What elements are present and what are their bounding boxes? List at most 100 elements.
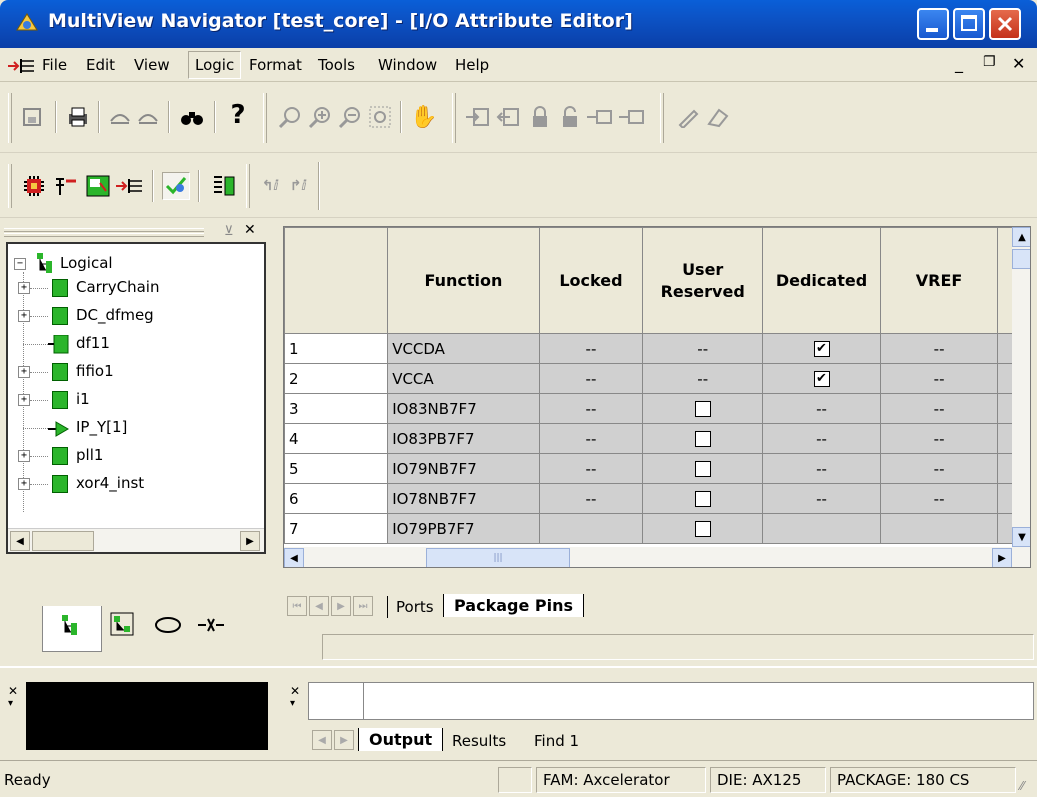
expand-icon[interactable]: + [18,282,30,294]
tab-ports-sheet[interactable]: Ports [387,596,442,618]
tree-node-dc-dfmeg[interactable]: + DC_dfmeg [18,304,258,330]
minimize-button[interactable] [917,8,949,40]
toolbar-grip[interactable] [452,93,456,143]
cell-vref[interactable]: -- [879,453,999,484]
expand-icon[interactable]: + [18,366,30,378]
cell-vref[interactable]: -- [879,393,999,424]
prev-tab-icon[interactable]: ◀ [312,730,332,750]
cell-user-reserved[interactable]: -- [642,333,764,364]
cell-dedicated[interactable]: ✔ [762,333,881,364]
scroll-right-icon[interactable]: ▶ [992,548,1012,567]
row-number[interactable]: 7 [284,513,389,544]
undo-icon[interactable] [106,103,134,131]
table-row[interactable]: 4 IO83PB7F7 -- -- -- [284,423,1030,454]
tree-node-xor4-inst[interactable]: + xor4_inst [18,472,258,498]
find-binoculars-icon[interactable] [178,103,206,131]
tab-output[interactable]: Output [358,728,444,751]
document-menu-icon[interactable] [8,58,36,74]
resize-grip-icon[interactable]: ⁄⁄ [1020,779,1024,793]
cell-locked[interactable] [538,513,644,544]
unlock-icon[interactable] [556,103,584,131]
checkbox-unchecked[interactable] [694,401,711,417]
tree-node-pll1[interactable]: + pll1 [18,444,258,470]
cell-user-reserved[interactable] [642,513,764,544]
scroll-down-icon[interactable]: ▼ [1012,527,1030,547]
cell-function[interactable]: VCCDA [387,333,540,364]
scroll-thumb[interactable]: ||| [426,548,570,567]
cell-function[interactable]: VCCA [387,363,540,394]
toolbar-grip[interactable] [246,164,250,208]
expand-icon[interactable]: + [18,394,30,406]
panel-close-icon[interactable]: ✕ [244,222,256,238]
cell-locked[interactable]: -- [538,333,644,364]
port-list-icon[interactable] [116,172,144,200]
cell-dedicated[interactable]: -- [762,423,881,454]
row-number[interactable]: 1 [284,333,389,364]
checkbox-checked[interactable]: ✔ [813,341,830,357]
zoom-in-icon[interactable] [306,103,334,131]
mdi-close-icon[interactable]: ✕ [1012,54,1025,73]
push-into-icon[interactable] [464,103,492,131]
row-number[interactable]: 6 [284,483,389,514]
cell-user-reserved[interactable] [642,483,764,514]
scroll-left-icon[interactable]: ◀ [10,531,30,551]
help-icon[interactable]: ? [224,100,252,130]
cell-function[interactable]: IO78NB7F7 [387,483,540,514]
tab-ports[interactable] [192,606,238,642]
table-hscrollbar[interactable]: ◀ ||| ▶ [284,547,1030,567]
log-console[interactable] [26,682,268,750]
maximize-button[interactable] [953,8,985,40]
scroll-thumb[interactable] [32,531,94,551]
last-sheet-icon[interactable]: ⏭ [353,596,373,616]
tab-physical-hierarchy[interactable] [104,606,148,642]
cell-vref[interactable]: -- [879,363,999,394]
menu-tools[interactable]: Tools [318,56,355,74]
cell-user-reserved[interactable] [642,453,764,484]
table-row[interactable]: 5 IO79NB7F7 -- -- -- [284,453,1030,484]
cell-dedicated[interactable]: -- [762,393,881,424]
cell-locked[interactable]: -- [538,393,644,424]
menu-logic[interactable]: Logic [188,51,242,79]
package-view-icon[interactable] [210,172,238,200]
pinout-icon[interactable] [52,172,80,200]
checkbox-unchecked[interactable] [694,461,711,477]
column-header-locked[interactable]: Locked [538,227,644,334]
netlist-viewer-icon[interactable] [84,172,112,200]
table-row[interactable]: 3 IO83NB7F7 -- -- -- [284,393,1030,424]
panel-close-icon[interactable]: ✕ [8,684,18,698]
checkbox-unchecked[interactable] [694,521,711,537]
cell-vref[interactable]: -- [879,483,999,514]
checkbox-checked[interactable]: ✔ [813,371,830,387]
cell-dedicated[interactable] [762,513,881,544]
cell-locked[interactable]: -- [538,453,644,484]
zoom-out-icon[interactable] [336,103,364,131]
pop-out-icon[interactable] [494,103,522,131]
cell-dedicated[interactable]: ✔ [762,363,881,394]
checkbox-unchecked[interactable] [694,491,711,507]
panel-float-icon[interactable]: ▾ [290,698,295,709]
prev-sheet-icon[interactable]: ◀ [309,596,329,616]
first-sheet-icon[interactable]: ⏮ [287,596,307,616]
cell-function[interactable]: IO79NB7F7 [387,453,540,484]
tree-node-i1[interactable]: + i1 [18,388,258,414]
cell-locked[interactable]: -- [538,423,644,454]
collapse-net-icon[interactable] [618,103,646,131]
column-header-function[interactable]: Function [387,227,540,334]
panel-float-icon[interactable]: ⊻ [224,224,234,239]
menu-format[interactable]: Format [249,56,302,74]
cell-dedicated[interactable]: -- [762,453,881,484]
toolbar-grip[interactable] [8,93,12,143]
menu-file[interactable]: File [42,56,67,74]
table-row[interactable]: 7 IO79PB7F7 [284,513,1030,544]
cell-vref[interactable] [879,513,999,544]
assign-left-icon[interactable]: ↰ⅈ [256,172,284,200]
toolbar-grip[interactable] [8,164,12,208]
hierarchy-tree[interactable]: − Logical + CarryChain + DC_dfmeg df11 + [6,242,266,554]
scroll-right-icon[interactable]: ▶ [240,531,260,551]
cell-locked[interactable]: -- [538,483,644,514]
tree-node-carrychain[interactable]: + CarryChain [18,276,258,302]
redo-icon[interactable] [134,103,162,131]
tree-node-fifio1[interactable]: + fifio1 [18,360,258,386]
menu-edit[interactable]: Edit [86,56,115,74]
table-row[interactable]: 1 VCCDA -- -- ✔ -- [284,333,1030,364]
